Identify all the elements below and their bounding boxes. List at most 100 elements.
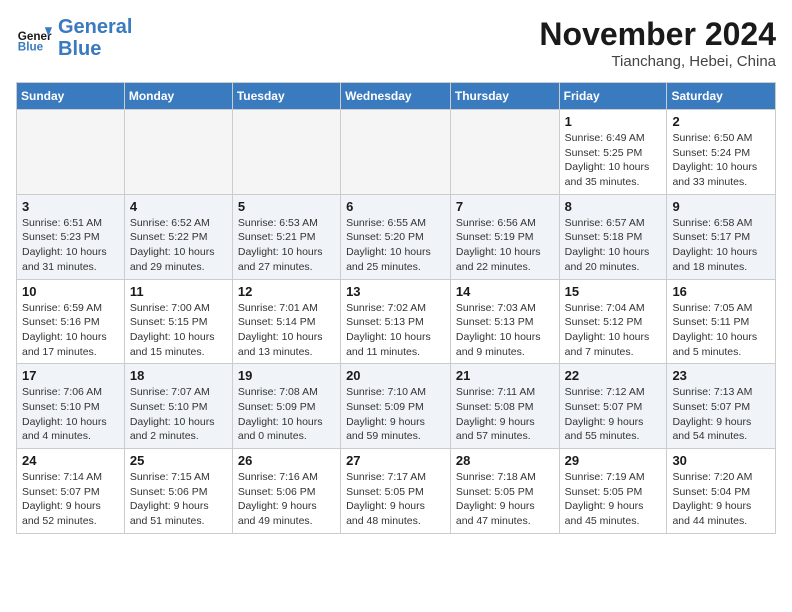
calendar-cell: 15 Sunrise: 7:04 AMSunset: 5:12 PMDayligh… (559, 279, 667, 364)
calendar-cell: 30 Sunrise: 7:20 AMSunset: 5:04 PMDayligh… (667, 449, 776, 534)
day-info: Sunrise: 7:20 AMSunset: 5:04 PMDaylight:… (672, 470, 770, 529)
calendar-cell: 23 Sunrise: 7:13 AMSunset: 5:07 PMDayligh… (667, 364, 776, 449)
calendar-cell: 17 Sunrise: 7:06 AMSunset: 5:10 PMDayligh… (17, 364, 125, 449)
day-number: 26 (238, 453, 335, 468)
day-info: Sunrise: 6:56 AMSunset: 5:19 PMDaylight:… (456, 216, 554, 275)
calendar-cell: 1 Sunrise: 6:49 AMSunset: 5:25 PMDaylight… (559, 110, 667, 195)
day-number: 7 (456, 199, 554, 214)
calendar-cell: 2 Sunrise: 6:50 AMSunset: 5:24 PMDaylight… (667, 110, 776, 195)
day-info: Sunrise: 7:08 AMSunset: 5:09 PMDaylight:… (238, 385, 335, 444)
day-number: 3 (22, 199, 119, 214)
day-info: Sunrise: 6:51 AMSunset: 5:23 PMDaylight:… (22, 216, 119, 275)
calendar-cell: 6 Sunrise: 6:55 AMSunset: 5:20 PMDaylight… (341, 194, 451, 279)
weekday-header-wednesday: Wednesday (341, 83, 451, 110)
day-number: 5 (238, 199, 335, 214)
calendar-cell: 21 Sunrise: 7:11 AMSunset: 5:08 PMDayligh… (450, 364, 559, 449)
day-info: Sunrise: 7:05 AMSunset: 5:11 PMDaylight:… (672, 301, 770, 360)
calendar-cell: 8 Sunrise: 6:57 AMSunset: 5:18 PMDaylight… (559, 194, 667, 279)
day-info: Sunrise: 7:07 AMSunset: 5:10 PMDaylight:… (130, 385, 227, 444)
day-number: 14 (456, 284, 554, 299)
location: Tianchang, Hebei, China (539, 53, 776, 70)
calendar-cell: 3 Sunrise: 6:51 AMSunset: 5:23 PMDaylight… (17, 194, 125, 279)
calendar-week-row: 10 Sunrise: 6:59 AMSunset: 5:16 PMDayligh… (17, 279, 776, 364)
day-info: Sunrise: 6:57 AMSunset: 5:18 PMDaylight:… (565, 216, 662, 275)
day-info: Sunrise: 7:14 AMSunset: 5:07 PMDaylight:… (22, 470, 119, 529)
calendar-cell: 11 Sunrise: 7:00 AMSunset: 5:15 PMDayligh… (124, 279, 232, 364)
day-number: 13 (346, 284, 445, 299)
day-number: 21 (456, 368, 554, 383)
day-info: Sunrise: 7:16 AMSunset: 5:06 PMDaylight:… (238, 470, 335, 529)
day-info: Sunrise: 6:55 AMSunset: 5:20 PMDaylight:… (346, 216, 445, 275)
calendar-cell (124, 110, 232, 195)
calendar-cell (17, 110, 125, 195)
day-info: Sunrise: 6:50 AMSunset: 5:24 PMDaylight:… (672, 131, 770, 190)
day-info: Sunrise: 7:04 AMSunset: 5:12 PMDaylight:… (565, 301, 662, 360)
day-info: Sunrise: 7:18 AMSunset: 5:05 PMDaylight:… (456, 470, 554, 529)
calendar-cell: 16 Sunrise: 7:05 AMSunset: 5:11 PMDayligh… (667, 279, 776, 364)
day-info: Sunrise: 7:19 AMSunset: 5:05 PMDaylight:… (565, 470, 662, 529)
day-number: 11 (130, 284, 227, 299)
day-number: 15 (565, 284, 662, 299)
calendar-cell: 19 Sunrise: 7:08 AMSunset: 5:09 PMDayligh… (232, 364, 340, 449)
logo: General Blue GeneralBlue (16, 16, 132, 60)
calendar-cell: 25Sunrise: 7:15 AMSunset: 5:06 PMDayligh… (124, 449, 232, 534)
weekday-header-saturday: Saturday (667, 83, 776, 110)
calendar-cell: 20 Sunrise: 7:10 AMSunset: 5:09 PMDayligh… (341, 364, 451, 449)
calendar-cell (341, 110, 451, 195)
month-title: November 2024 (539, 16, 776, 53)
day-number: 19 (238, 368, 335, 383)
day-number: 30 (672, 453, 770, 468)
calendar-cell: 10 Sunrise: 6:59 AMSunset: 5:16 PMDayligh… (17, 279, 125, 364)
day-number: 8 (565, 199, 662, 214)
day-info: Sunrise: 7:03 AMSunset: 5:13 PMDaylight:… (456, 301, 554, 360)
calendar-week-row: 3 Sunrise: 6:51 AMSunset: 5:23 PMDaylight… (17, 194, 776, 279)
calendar-cell: 18 Sunrise: 7:07 AMSunset: 5:10 PMDayligh… (124, 364, 232, 449)
day-number: 1 (565, 114, 662, 129)
day-number: 2 (672, 114, 770, 129)
day-number: 9 (672, 199, 770, 214)
calendar-cell: 26 Sunrise: 7:16 AMSunset: 5:06 PMDayligh… (232, 449, 340, 534)
day-number: 17 (22, 368, 119, 383)
calendar-cell: 24Sunrise: 7:14 AMSunset: 5:07 PMDayligh… (17, 449, 125, 534)
day-info: Sunrise: 6:52 AMSunset: 5:22 PMDaylight:… (130, 216, 227, 275)
weekday-header-monday: Monday (124, 83, 232, 110)
day-number: 16 (672, 284, 770, 299)
day-info: Sunrise: 7:00 AMSunset: 5:15 PMDaylight:… (130, 301, 227, 360)
calendar-cell (232, 110, 340, 195)
day-info: Sunrise: 7:13 AMSunset: 5:07 PMDaylight:… (672, 385, 770, 444)
calendar-table: SundayMondayTuesdayWednesdayThursdayFrid… (16, 82, 776, 534)
day-number: 28 (456, 453, 554, 468)
weekday-header-tuesday: Tuesday (232, 83, 340, 110)
logo-text: GeneralBlue (58, 16, 132, 60)
day-number: 6 (346, 199, 445, 214)
calendar-cell: 12Sunrise: 7:01 AMSunset: 5:14 PMDayligh… (232, 279, 340, 364)
day-info: Sunrise: 7:06 AMSunset: 5:10 PMDaylight:… (22, 385, 119, 444)
day-number: 22 (565, 368, 662, 383)
day-info: Sunrise: 7:10 AMSunset: 5:09 PMDaylight:… (346, 385, 445, 444)
calendar-week-row: 1 Sunrise: 6:49 AMSunset: 5:25 PMDaylight… (17, 110, 776, 195)
calendar-cell: 4Sunrise: 6:52 AMSunset: 5:22 PMDaylight… (124, 194, 232, 279)
day-number: 10 (22, 284, 119, 299)
day-info: Sunrise: 6:58 AMSunset: 5:17 PMDaylight:… (672, 216, 770, 275)
day-number: 20 (346, 368, 445, 383)
day-number: 23 (672, 368, 770, 383)
calendar-cell: 28 Sunrise: 7:18 AMSunset: 5:05 PMDayligh… (450, 449, 559, 534)
calendar-cell: 14 Sunrise: 7:03 AMSunset: 5:13 PMDayligh… (450, 279, 559, 364)
day-info: Sunrise: 6:59 AMSunset: 5:16 PMDaylight:… (22, 301, 119, 360)
calendar-cell: 7 Sunrise: 6:56 AMSunset: 5:19 PMDaylight… (450, 194, 559, 279)
day-info: Sunrise: 6:49 AMSunset: 5:25 PMDaylight:… (565, 131, 662, 190)
calendar-cell: 27Sunrise: 7:17 AMSunset: 5:05 PMDayligh… (341, 449, 451, 534)
logo-icon: General Blue (16, 20, 52, 56)
calendar-cell: 29 Sunrise: 7:19 AMSunset: 5:05 PMDayligh… (559, 449, 667, 534)
day-number: 29 (565, 453, 662, 468)
calendar-cell: 22Sunrise: 7:12 AMSunset: 5:07 PMDayligh… (559, 364, 667, 449)
day-number: 27 (346, 453, 445, 468)
calendar-cell: 9 Sunrise: 6:58 AMSunset: 5:17 PMDaylight… (667, 194, 776, 279)
page-header: General Blue GeneralBlue November 2024 T… (16, 16, 776, 70)
day-number: 25 (130, 453, 227, 468)
day-number: 12 (238, 284, 335, 299)
weekday-header-thursday: Thursday (450, 83, 559, 110)
day-number: 18 (130, 368, 227, 383)
calendar-header-row: SundayMondayTuesdayWednesdayThursdayFrid… (17, 83, 776, 110)
day-info: Sunrise: 7:11 AMSunset: 5:08 PMDaylight:… (456, 385, 554, 444)
